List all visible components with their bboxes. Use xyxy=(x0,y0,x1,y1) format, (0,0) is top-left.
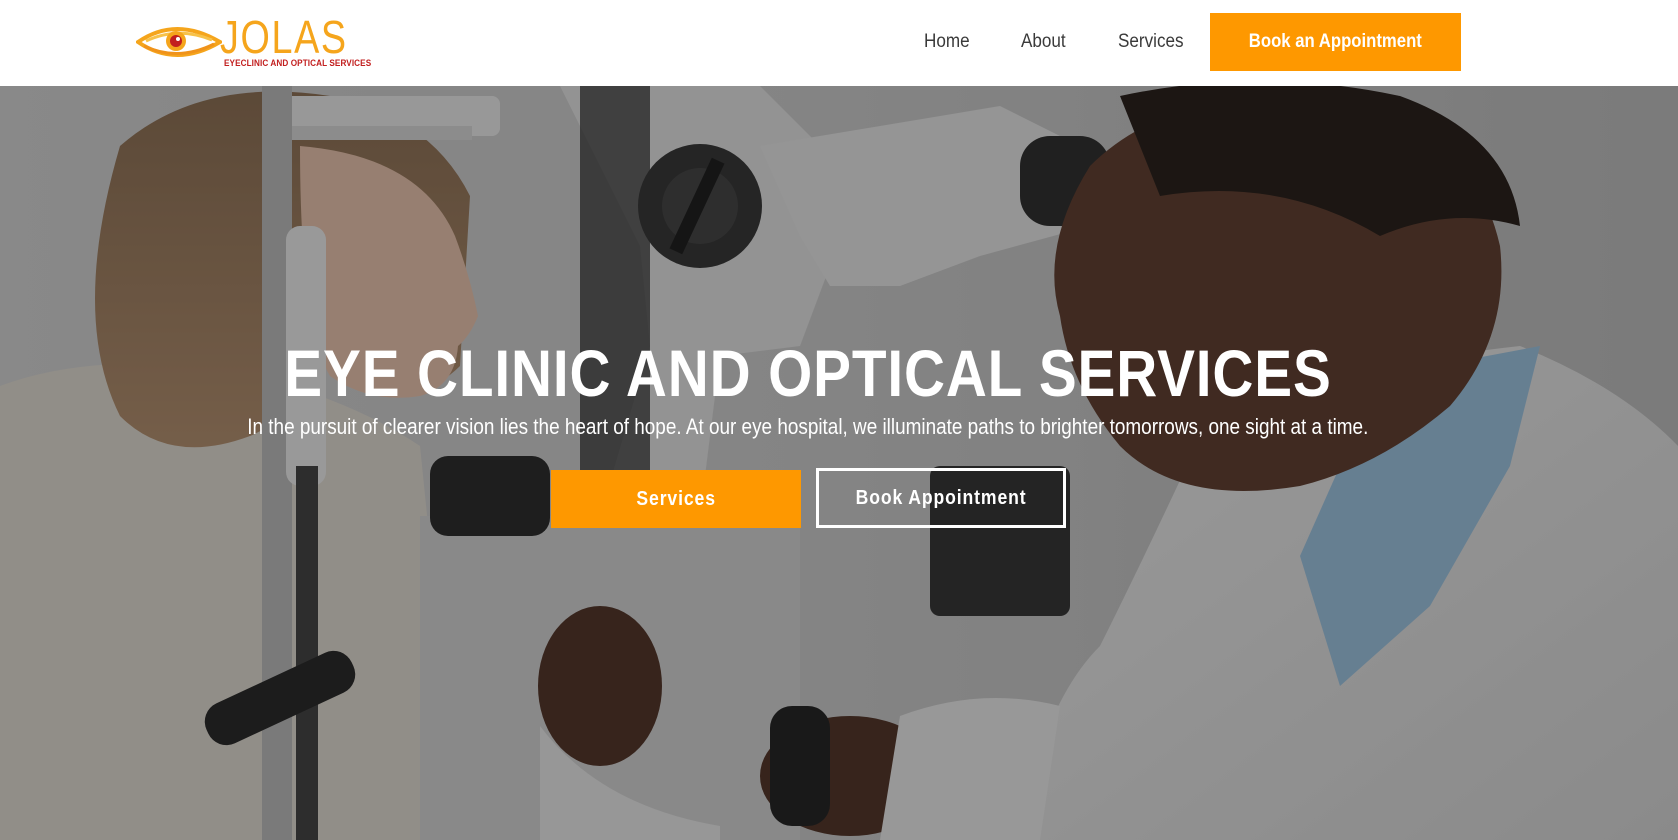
hero-section: EYE CLINIC AND OPTICAL SERVICES In the p… xyxy=(0,86,1678,840)
services-button[interactable]: Services xyxy=(551,470,801,528)
book-appointment-button[interactable]: Book Appointment xyxy=(816,468,1066,528)
services-button-label: Services xyxy=(636,487,716,510)
brand-logo[interactable]: JOLAS EYECLINIC AND OPTICAL SERVICES xyxy=(136,11,371,72)
hero-subtitle-text: In the pursuit of clearer vision lies th… xyxy=(247,414,1369,439)
site-header: JOLAS EYECLINIC AND OPTICAL SERVICES Hom… xyxy=(0,0,1678,86)
nav-services[interactable]: Services xyxy=(1118,30,1184,54)
brand-name: JOLAS xyxy=(220,11,348,63)
hero-title: EYE CLINIC AND OPTICAL SERVICES xyxy=(0,336,1616,410)
book-appointment-header-button[interactable]: Book an Appointment xyxy=(1210,13,1461,71)
hero-title-text: EYE CLINIC AND OPTICAL SERVICES xyxy=(284,336,1332,410)
brand-tagline: EYECLINIC AND OPTICAL SERVICES xyxy=(224,58,372,69)
book-appointment-button-label: Book Appointment xyxy=(855,486,1027,509)
hero-subtitle: In the pursuit of clearer vision lies th… xyxy=(0,413,1616,441)
hero-content: EYE CLINIC AND OPTICAL SERVICES In the p… xyxy=(0,86,1678,840)
eye-logo-icon xyxy=(136,27,222,57)
nav-about[interactable]: About xyxy=(1021,30,1066,54)
nav-home[interactable]: Home xyxy=(924,30,970,54)
book-appointment-header-label: Book an Appointment xyxy=(1248,31,1423,52)
